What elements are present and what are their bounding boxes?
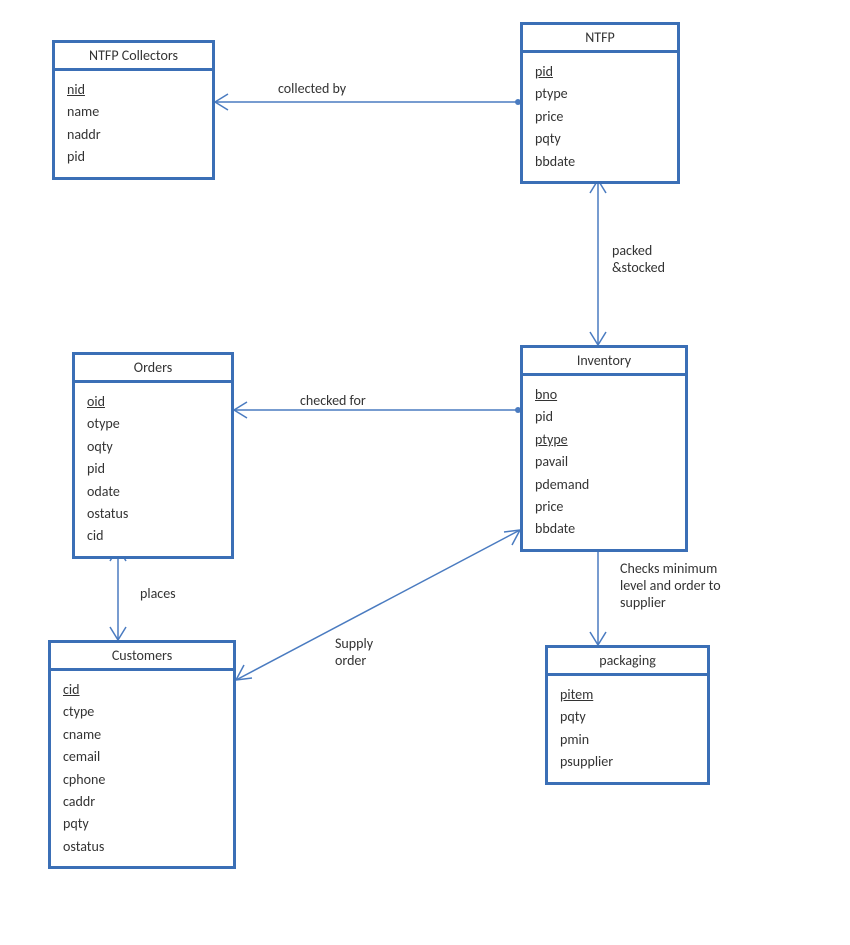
attr-naddr: naddr: [67, 124, 200, 146]
attr-ostatus: ostatus: [87, 503, 219, 525]
attr-bbdate: bbdate: [535, 151, 665, 173]
attr-ctype: ctype: [63, 701, 221, 723]
entity-attrs: nid name naddr pid: [55, 71, 212, 177]
attr-otype: otype: [87, 413, 219, 435]
rel-checked-for: checked for: [300, 392, 366, 409]
entity-title: Customers: [51, 643, 233, 671]
entity-title: packaging: [548, 648, 707, 676]
rel-collected-by: collected by: [278, 80, 346, 97]
entity-attrs: bno pid ptype pavail pdemand price bbdat…: [523, 376, 685, 549]
attr-pqty: pqty: [63, 813, 221, 835]
entity-title: NTFP Collectors: [55, 43, 212, 71]
attr-name: name: [67, 101, 200, 123]
attr-pid: pid: [535, 61, 665, 83]
attr-cphone: cphone: [63, 769, 221, 791]
attr-oid: oid: [87, 391, 219, 413]
attr-ptype: ptype: [535, 429, 673, 451]
attr-cemail: cemail: [63, 746, 221, 768]
attr-price: price: [535, 496, 673, 518]
entity-title: Orders: [75, 355, 231, 383]
attr-bbdate: bbdate: [535, 518, 673, 540]
attr-bno: bno: [535, 384, 673, 406]
attr-pdemand: pdemand: [535, 474, 673, 496]
attr-pitem: pitem: [560, 684, 695, 706]
attr-psupplier: psupplier: [560, 751, 695, 773]
entity-title: NTFP: [523, 25, 677, 53]
attr-pid: pid: [535, 406, 673, 428]
attr-pavail: pavail: [535, 451, 673, 473]
entity-ntfp: NTFP pid ptype price pqty bbdate: [520, 22, 680, 184]
entity-attrs: pitem pqty pmin psupplier: [548, 676, 707, 782]
attr-pqty: pqty: [535, 128, 665, 150]
attr-nid: nid: [67, 79, 200, 101]
attr-odate: odate: [87, 481, 219, 503]
entity-orders: Orders oid otype oqty pid odate ostatus …: [72, 352, 234, 559]
entity-inventory: Inventory bno pid ptype pavail pdemand p…: [520, 345, 688, 552]
entity-title: Inventory: [523, 348, 685, 376]
rel-checks-min: Checks minimum level and order to suppli…: [620, 560, 721, 611]
entity-attrs: cid ctype cname cemail cphone caddr pqty…: [51, 671, 233, 866]
attr-cid: cid: [87, 525, 219, 547]
rel-supply-order: Supply order: [335, 635, 373, 669]
attr-cname: cname: [63, 724, 221, 746]
attr-ostatus: ostatus: [63, 836, 221, 858]
attr-ptype: ptype: [535, 83, 665, 105]
entity-attrs: oid otype oqty pid odate ostatus cid: [75, 383, 231, 556]
entity-packaging: packaging pitem pqty pmin psupplier: [545, 645, 710, 785]
attr-price: price: [535, 106, 665, 128]
entity-ntfp-collectors: NTFP Collectors nid name naddr pid: [52, 40, 215, 180]
attr-pqty: pqty: [560, 706, 695, 728]
attr-pid: pid: [87, 458, 219, 480]
attr-cid: cid: [63, 679, 221, 701]
attr-oqty: oqty: [87, 436, 219, 458]
entity-attrs: pid ptype price pqty bbdate: [523, 53, 677, 181]
attr-caddr: caddr: [63, 791, 221, 813]
rel-packed-stocked: packed &stocked: [612, 242, 665, 276]
attr-pid: pid: [67, 146, 200, 168]
attr-pmin: pmin: [560, 729, 695, 751]
entity-customers: Customers cid ctype cname cemail cphone …: [48, 640, 236, 869]
rel-places: places: [140, 585, 176, 602]
